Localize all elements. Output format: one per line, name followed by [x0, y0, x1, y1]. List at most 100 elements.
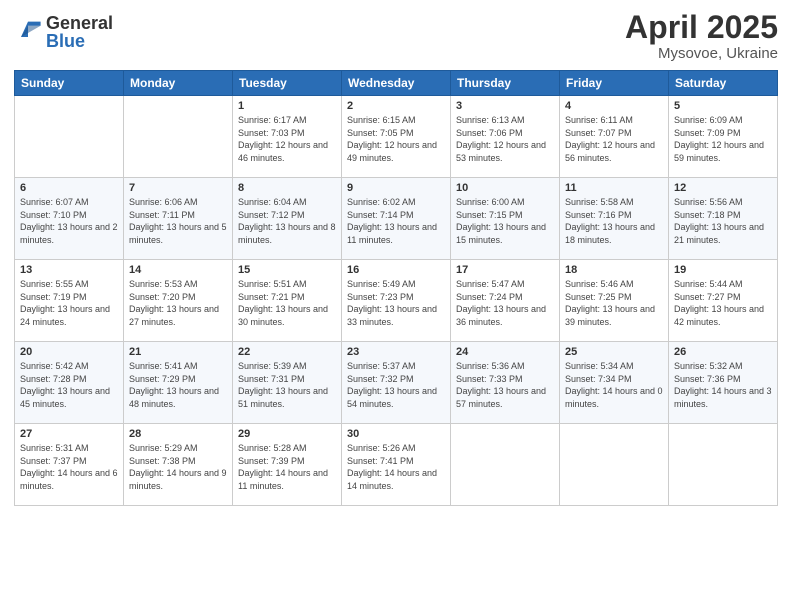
calendar-cell: 14Sunrise: 5:53 AM Sunset: 7:20 PM Dayli… — [124, 260, 233, 342]
cell-info-text: Sunrise: 5:55 AM Sunset: 7:19 PM Dayligh… — [20, 278, 118, 328]
logo-text: General Blue — [46, 14, 113, 50]
cell-info-text: Sunrise: 5:46 AM Sunset: 7:25 PM Dayligh… — [565, 278, 663, 328]
calendar-cell: 3 Sunrise: 6:13 AM Sunset: 7:06 PM Daylig… — [451, 96, 560, 178]
cell-date-number: 20 — [20, 346, 118, 358]
cell-date-number: 26 — [674, 346, 772, 358]
cell-date-number: 12 — [674, 182, 772, 194]
cell-date-number: 30 — [347, 428, 445, 440]
calendar-cell: 21Sunrise: 5:41 AM Sunset: 7:29 PM Dayli… — [124, 342, 233, 424]
calendar-cell: 2 Sunrise: 6:15 AM Sunset: 7:05 PM Daylig… — [342, 96, 451, 178]
calendar-cell: 16Sunrise: 5:49 AM Sunset: 7:23 PM Dayli… — [342, 260, 451, 342]
cell-date-number: 18 — [565, 264, 663, 276]
cell-date-number: 17 — [456, 264, 554, 276]
cell-date-number: 9 — [347, 182, 445, 194]
cell-date-number: 7 — [129, 182, 227, 194]
calendar-cell: 28Sunrise: 5:29 AM Sunset: 7:38 PM Dayli… — [124, 424, 233, 506]
calendar-cell: 20Sunrise: 5:42 AM Sunset: 7:28 PM Dayli… — [15, 342, 124, 424]
cell-date-number: 2 — [347, 100, 445, 112]
cell-info-text: Sunrise: 6:04 AM Sunset: 7:12 PM Dayligh… — [238, 196, 336, 246]
cell-date-number: 13 — [20, 264, 118, 276]
calendar-cell: 5 Sunrise: 6:09 AM Sunset: 7:09 PM Daylig… — [669, 96, 778, 178]
cell-info-text: Sunrise: 5:49 AM Sunset: 7:23 PM Dayligh… — [347, 278, 445, 328]
cell-info-text: Sunrise: 6:07 AM Sunset: 7:10 PM Dayligh… — [20, 196, 118, 246]
logo-general-text: General — [46, 14, 113, 32]
calendar-cell — [669, 424, 778, 506]
calendar-cell: 15Sunrise: 5:51 AM Sunset: 7:21 PM Dayli… — [233, 260, 342, 342]
cell-info-text: Sunrise: 5:56 AM Sunset: 7:18 PM Dayligh… — [674, 196, 772, 246]
cell-info-text: Sunrise: 5:31 AM Sunset: 7:37 PM Dayligh… — [20, 442, 118, 492]
calendar-cell: 11 Sunrise: 5:58 AM Sunset: 7:16 PM Dayli… — [560, 178, 669, 260]
calendar-week-2: 6 Sunrise: 6:07 AM Sunset: 7:10 PM Daylig… — [15, 178, 778, 260]
cell-date-number: 5 — [674, 100, 772, 112]
calendar-week-3: 13 Sunrise: 5:55 AM Sunset: 7:19 PM Dayli… — [15, 260, 778, 342]
cell-info-text: Sunrise: 5:34 AM Sunset: 7:34 PM Dayligh… — [565, 360, 663, 410]
calendar-cell: 10 Sunrise: 6:00 AM Sunset: 7:15 PM Dayli… — [451, 178, 560, 260]
calendar-cell: 26 Sunrise: 5:32 AM Sunset: 7:36 PM Dayli… — [669, 342, 778, 424]
calendar-cell: 8 Sunrise: 6:04 AM Sunset: 7:12 PM Daylig… — [233, 178, 342, 260]
cell-info-text: Sunrise: 5:37 AM Sunset: 7:32 PM Dayligh… — [347, 360, 445, 410]
cell-date-number: 6 — [20, 182, 118, 194]
cell-date-number: 10 — [456, 182, 554, 194]
header-monday: Monday — [124, 71, 233, 96]
calendar-week-4: 20Sunrise: 5:42 AM Sunset: 7:28 PM Dayli… — [15, 342, 778, 424]
calendar-cell: 4 Sunrise: 6:11 AM Sunset: 7:07 PM Daylig… — [560, 96, 669, 178]
logo-blue-text: Blue — [46, 32, 113, 50]
cell-info-text: Sunrise: 5:58 AM Sunset: 7:16 PM Dayligh… — [565, 196, 663, 246]
calendar-cell: 1Sunrise: 6:17 AM Sunset: 7:03 PM Daylig… — [233, 96, 342, 178]
cell-info-text: Sunrise: 5:32 AM Sunset: 7:36 PM Dayligh… — [674, 360, 772, 410]
weekday-header-row: Sunday Monday Tuesday Wednesday Thursday… — [15, 71, 778, 96]
calendar-cell: 9 Sunrise: 6:02 AM Sunset: 7:14 PM Daylig… — [342, 178, 451, 260]
calendar-cell: 24Sunrise: 5:36 AM Sunset: 7:33 PM Dayli… — [451, 342, 560, 424]
cell-info-text: Sunrise: 6:15 AM Sunset: 7:05 PM Dayligh… — [347, 114, 445, 164]
cell-date-number: 27 — [20, 428, 118, 440]
calendar-cell: 22 Sunrise: 5:39 AM Sunset: 7:31 PM Dayli… — [233, 342, 342, 424]
cell-info-text: Sunrise: 6:11 AM Sunset: 7:07 PM Dayligh… — [565, 114, 663, 164]
header-wednesday: Wednesday — [342, 71, 451, 96]
logo-icon — [14, 16, 42, 44]
header-friday: Friday — [560, 71, 669, 96]
cell-date-number: 4 — [565, 100, 663, 112]
cell-info-text: Sunrise: 5:28 AM Sunset: 7:39 PM Dayligh… — [238, 442, 336, 492]
calendar-cell: 13 Sunrise: 5:55 AM Sunset: 7:19 PM Dayli… — [15, 260, 124, 342]
calendar-cell: 17 Sunrise: 5:47 AM Sunset: 7:24 PM Dayli… — [451, 260, 560, 342]
header-tuesday: Tuesday — [233, 71, 342, 96]
calendar-cell: 25Sunrise: 5:34 AM Sunset: 7:34 PM Dayli… — [560, 342, 669, 424]
header-saturday: Saturday — [669, 71, 778, 96]
header-thursday: Thursday — [451, 71, 560, 96]
calendar-cell: 19 Sunrise: 5:44 AM Sunset: 7:27 PM Dayli… — [669, 260, 778, 342]
cell-date-number: 22 — [238, 346, 336, 358]
calendar-cell — [124, 96, 233, 178]
cell-date-number: 11 — [565, 182, 663, 194]
calendar-cell: 18 Sunrise: 5:46 AM Sunset: 7:25 PM Dayli… — [560, 260, 669, 342]
title-location: Mysovoe, Ukraine — [625, 45, 778, 62]
cell-info-text: Sunrise: 6:09 AM Sunset: 7:09 PM Dayligh… — [674, 114, 772, 164]
cell-info-text: Sunrise: 5:26 AM Sunset: 7:41 PM Dayligh… — [347, 442, 445, 492]
calendar-cell: 7 Sunrise: 6:06 AM Sunset: 7:11 PM Daylig… — [124, 178, 233, 260]
cell-info-text: Sunrise: 6:06 AM Sunset: 7:11 PM Dayligh… — [129, 196, 227, 246]
cell-info-text: Sunrise: 5:44 AM Sunset: 7:27 PM Dayligh… — [674, 278, 772, 328]
cell-date-number: 8 — [238, 182, 336, 194]
calendar-week-1: 1Sunrise: 6:17 AM Sunset: 7:03 PM Daylig… — [15, 96, 778, 178]
header-sunday: Sunday — [15, 71, 124, 96]
cell-info-text: Sunrise: 5:29 AM Sunset: 7:38 PM Dayligh… — [129, 442, 227, 492]
calendar-body: 1Sunrise: 6:17 AM Sunset: 7:03 PM Daylig… — [15, 96, 778, 506]
cell-date-number: 3 — [456, 100, 554, 112]
calendar-cell — [560, 424, 669, 506]
cell-info-text: Sunrise: 5:47 AM Sunset: 7:24 PM Dayligh… — [456, 278, 554, 328]
calendar-cell: 12 Sunrise: 5:56 AM Sunset: 7:18 PM Dayli… — [669, 178, 778, 260]
cell-info-text: Sunrise: 5:36 AM Sunset: 7:33 PM Dayligh… — [456, 360, 554, 410]
calendar-cell — [15, 96, 124, 178]
cell-info-text: Sunrise: 6:13 AM Sunset: 7:06 PM Dayligh… — [456, 114, 554, 164]
cell-date-number: 29 — [238, 428, 336, 440]
title-block: April 2025 Mysovoe, Ukraine — [625, 10, 778, 62]
cell-info-text: Sunrise: 5:39 AM Sunset: 7:31 PM Dayligh… — [238, 360, 336, 410]
calendar-cell: 29 Sunrise: 5:28 AM Sunset: 7:39 PM Dayli… — [233, 424, 342, 506]
cell-info-text: Sunrise: 6:02 AM Sunset: 7:14 PM Dayligh… — [347, 196, 445, 246]
cell-info-text: Sunrise: 6:00 AM Sunset: 7:15 PM Dayligh… — [456, 196, 554, 246]
calendar-header: Sunday Monday Tuesday Wednesday Thursday… — [15, 71, 778, 96]
page: General Blue April 2025 Mysovoe, Ukraine… — [0, 0, 792, 612]
cell-date-number: 19 — [674, 264, 772, 276]
calendar-table: Sunday Monday Tuesday Wednesday Thursday… — [14, 70, 778, 506]
cell-date-number: 15 — [238, 264, 336, 276]
cell-date-number: 1 — [238, 100, 336, 112]
